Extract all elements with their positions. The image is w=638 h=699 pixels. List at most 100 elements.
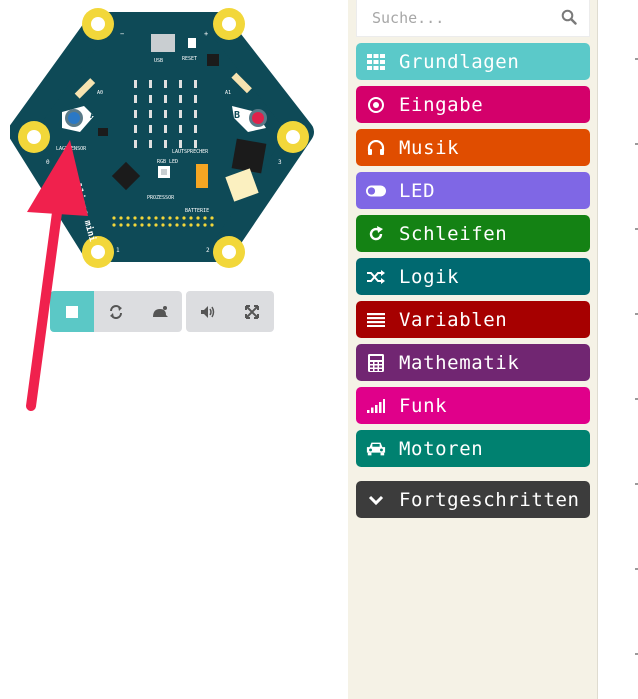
loop-icon	[366, 224, 386, 244]
category-grundlagen[interactable]: Grundlagen	[356, 43, 590, 80]
led-pixel	[194, 95, 197, 103]
sim-controls	[50, 291, 182, 332]
category-label: Musik	[399, 136, 460, 159]
header-pin	[112, 223, 116, 227]
header-pin	[140, 223, 144, 227]
category-variablen[interactable]: Variablen	[356, 301, 590, 338]
workspace-edge	[598, 0, 638, 699]
led-pixel	[164, 125, 167, 133]
category-label: Eingabe	[399, 93, 484, 116]
header-pin	[182, 216, 186, 220]
led-pixel	[164, 140, 167, 148]
led-pixel	[134, 95, 137, 103]
header-pin	[168, 216, 172, 220]
svg-text:−: −	[120, 30, 124, 38]
category-label: Logik	[399, 265, 460, 288]
search-box	[356, 0, 590, 37]
mute-button[interactable]	[186, 291, 230, 332]
svg-text:BATTERIE: BATTERIE	[185, 208, 209, 214]
led-pixel	[149, 110, 152, 118]
category-label: LED	[399, 179, 436, 202]
led-pixel	[194, 140, 197, 148]
toggle-icon	[366, 181, 386, 201]
led-pixel	[179, 140, 182, 148]
led-pixel	[194, 125, 197, 133]
calliope-board[interactable]: USB RESET − + A0 A1 A B LAGESENSOR LAUTS…	[10, 4, 316, 270]
category-label: Funk	[399, 394, 448, 417]
list-icon	[366, 310, 386, 330]
led-pixel	[194, 80, 197, 88]
header-pin	[140, 216, 144, 220]
led-pixel	[134, 110, 137, 118]
svg-text:B: B	[234, 110, 240, 121]
speaker	[231, 138, 267, 174]
led-pixel	[179, 80, 182, 88]
sensor-label: LAGESENSOR	[56, 146, 87, 152]
category-motoren[interactable]: Motoren	[356, 430, 590, 467]
stop-button[interactable]	[50, 291, 94, 332]
header-pin	[168, 223, 172, 227]
header-pin	[175, 216, 179, 220]
led-pixel	[134, 140, 137, 148]
header-pin	[126, 216, 130, 220]
header-pin	[112, 216, 116, 220]
svg-text:3: 3	[278, 159, 282, 166]
restart-icon	[110, 304, 122, 319]
restart-button[interactable]	[94, 291, 138, 332]
category-musik[interactable]: Musik	[356, 129, 590, 166]
svg-text:PROZESSOR: PROZESSOR	[147, 195, 175, 201]
usb-port	[151, 34, 175, 52]
search-input[interactable]	[357, 0, 557, 35]
search-icon[interactable]	[561, 9, 577, 25]
category-funk[interactable]: Funk	[356, 387, 590, 424]
shuffle-icon	[366, 267, 386, 287]
led-pixel	[134, 80, 137, 88]
header-pin	[203, 223, 207, 227]
volume-icon	[201, 305, 215, 318]
header-pin	[161, 216, 165, 220]
header-pin	[203, 216, 207, 220]
svg-text:+: +	[204, 30, 208, 38]
led-pixel	[149, 80, 152, 88]
simulator-panel: USB RESET − + A0 A1 A B LAGESENSOR LAUTS…	[0, 0, 348, 699]
fullscreen-button[interactable]	[230, 291, 274, 332]
header-pin	[189, 223, 193, 227]
reset-label: RESET	[182, 56, 197, 62]
category-label: Variablen	[399, 308, 508, 331]
header-pin	[119, 216, 123, 220]
header-pin	[161, 223, 165, 227]
chevron-down-icon	[366, 490, 386, 510]
category-mathematik[interactable]: Mathematik	[356, 344, 590, 381]
slowmo-button[interactable]	[138, 291, 182, 332]
led-pixel	[164, 110, 167, 118]
svg-text:RGB LED: RGB LED	[157, 159, 178, 165]
svg-text:A0: A0	[97, 90, 103, 96]
category-eingabe[interactable]: Eingabe	[356, 86, 590, 123]
led-pixel	[149, 140, 152, 148]
header-pin	[147, 223, 151, 227]
header-pin	[133, 223, 137, 227]
header-pin	[210, 216, 214, 220]
usb-label: USB	[154, 58, 163, 64]
category-schleifen[interactable]: Schleifen	[356, 215, 590, 252]
svg-text:A: A	[90, 110, 96, 121]
header-pin	[189, 216, 193, 220]
reset-button	[207, 54, 219, 66]
category-led[interactable]: LED	[356, 172, 590, 209]
led-pixel	[179, 95, 182, 103]
led-pixel	[164, 80, 167, 88]
header-pin	[154, 223, 158, 227]
toolbox: Grundlagen Eingabe Musik LED Schleifen L…	[348, 0, 598, 699]
led-pixel	[194, 110, 197, 118]
svg-text:A1: A1	[225, 90, 231, 96]
header-pin	[147, 216, 151, 220]
grid-icon	[366, 52, 386, 72]
header-pin	[119, 223, 123, 227]
calculator-icon	[366, 353, 386, 373]
led-pixel	[149, 125, 152, 133]
sim-controls-2	[186, 291, 274, 332]
category-fortgeschritten[interactable]: Fortgeschritten	[356, 481, 590, 518]
category-logik[interactable]: Logik	[356, 258, 590, 295]
svg-text:0: 0	[46, 159, 50, 166]
header-pin	[182, 223, 186, 227]
